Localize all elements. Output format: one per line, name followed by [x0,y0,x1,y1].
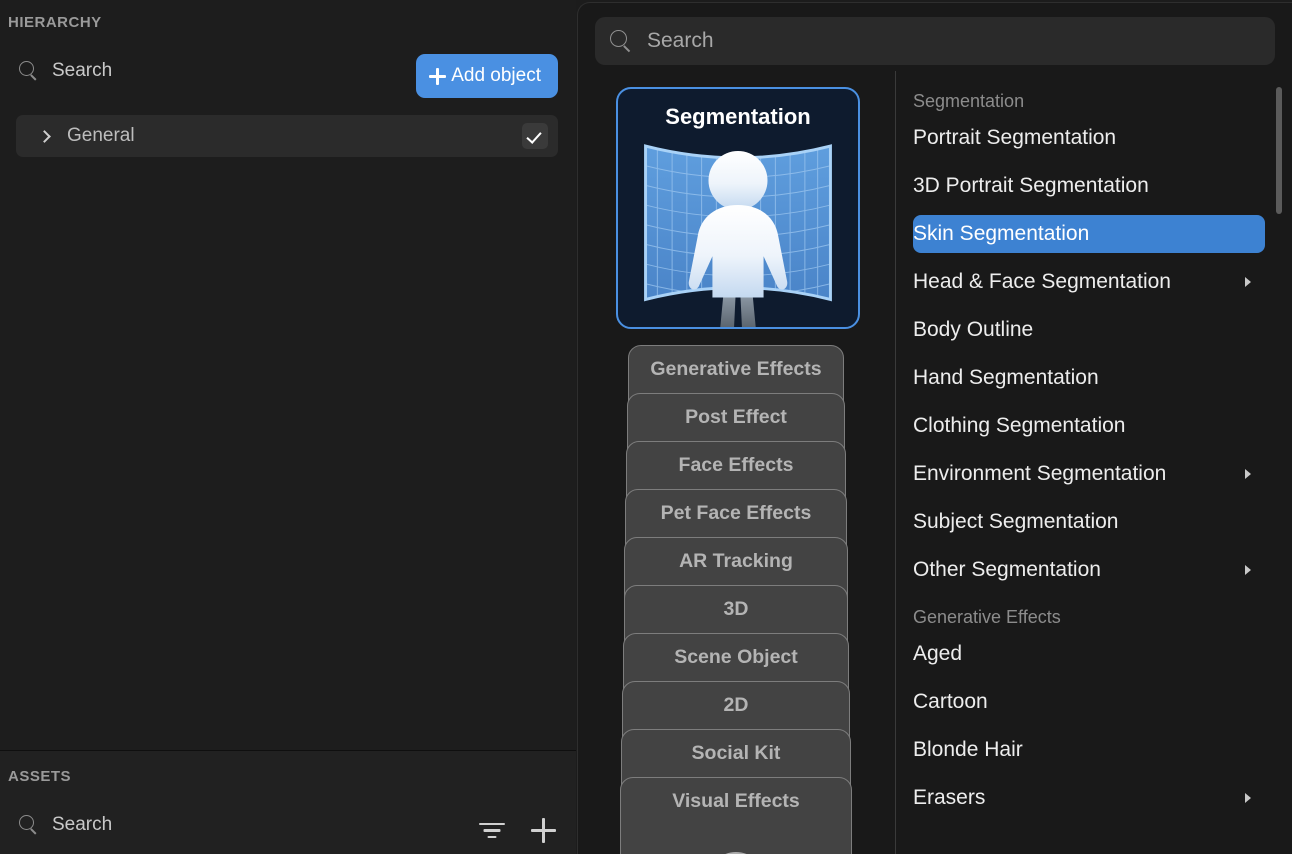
list-group-header: Generative Effects [913,607,1061,627]
list-item-3d-portrait-segmentation[interactable]: 3D Portrait Segmentation [913,167,1265,205]
list-item-label: Hand Segmentation [913,366,1099,389]
category-card-stack: Generative Effects Post Effect Face Effect… [578,345,895,854]
list-item-aged[interactable]: Aged [913,635,1265,673]
list-item-label: Blonde Hair [913,738,1023,761]
category-card-label: Face Effects [678,454,794,476]
submenu-chevron-icon[interactable] [1245,277,1251,287]
category-card-label: Post Effect [685,406,787,428]
list-item-label: Other Segmentation [913,558,1101,581]
search-icon [18,814,40,836]
assets-toolbar [479,818,556,843]
search-icon [609,29,633,53]
list-item-hand-segmentation[interactable]: Hand Segmentation [913,359,1265,397]
list-item-label: Head & Face Segmentation [913,270,1171,293]
add-object-modal: Search Segmentation Generative Effects P… [577,2,1292,854]
assets-search-input[interactable]: Search [18,814,112,836]
add-asset-plus-icon[interactable] [531,818,556,843]
list-item-body-outline[interactable]: Body Outline [913,311,1265,349]
category-card-label: 2D [723,694,749,716]
list-item-label: Body Outline [913,318,1034,341]
list-item-blonde-hair[interactable]: Blonde Hair [913,731,1265,769]
category-card-label: Pet Face Effects [660,502,812,524]
object-list-column: Segmentation Portrait Segmentation 3D Port… [896,71,1292,854]
add-object-button[interactable]: Add object [416,54,558,98]
list-item-erasers[interactable]: Erasers [913,779,1265,817]
assets-search-placeholder: Search [52,814,113,835]
app-window: HIERARCHY Search Add object General ASSE… [0,0,1292,854]
left-panel: HIERARCHY Search Add object General ASSE… [0,0,576,854]
list-item-label: Cartoon [913,690,988,713]
search-icon [18,60,40,82]
segmentation-preview-card[interactable]: Segmentation [616,87,860,329]
hierarchy-search-input[interactable]: Search [18,60,112,82]
list-item-label: 3D Portrait Segmentation [913,174,1149,197]
list-item-subject-segmentation[interactable]: Subject Segmentation [913,503,1265,541]
filter-icon[interactable] [479,822,505,840]
list-item-label: Subject Segmentation [913,510,1119,533]
category-card-label: 3D [723,598,749,620]
hierarchy-panel-title: HIERARCHY [8,14,102,31]
list-item-skin-segmentation[interactable]: Skin Segmentation [913,215,1265,253]
modal-search-placeholder: Search [647,29,714,52]
list-scrollbar-thumb[interactable] [1276,87,1282,214]
assets-panel-title: ASSETS [8,768,72,785]
category-card-visual-effects[interactable]: Visual Effects [620,777,852,854]
list-group-header: Segmentation [913,91,1025,111]
list-item-label: Portrait Segmentation [913,126,1117,149]
submenu-chevron-icon[interactable] [1245,565,1251,575]
list-item-cartoon[interactable]: Cartoon [913,683,1265,721]
hierarchy-search-placeholder: Search [52,60,113,81]
list-item-label: Environment Segmentation [913,462,1167,485]
submenu-chevron-icon[interactable] [1245,469,1251,479]
segmentation-card-title: Segmentation [665,104,811,129]
list-item-head-face-segmentation[interactable]: Head & Face Segmentation [913,263,1265,301]
list-item-other-segmentation[interactable]: Other Segmentation [913,551,1265,589]
category-card-label: Visual Effects [672,790,800,812]
category-card-label: Social Kit [691,742,781,764]
list-item-label: Skin Segmentation [913,222,1090,245]
list-item-label: Aged [913,642,963,665]
submenu-chevron-icon[interactable] [1245,793,1251,803]
hierarchy-item-label: General [67,125,135,146]
category-card-label: Generative Effects [650,358,822,380]
list-item-clothing-segmentation[interactable]: Clothing Segmentation [913,407,1265,445]
category-card-label: AR Tracking [679,550,793,572]
plus-icon [429,67,447,85]
hierarchy-item-visibility-checkbox[interactable] [522,123,548,149]
add-object-label: Add object [451,65,541,86]
category-card-label: Scene Object [674,646,798,668]
list-item-environment-segmentation[interactable]: Environment Segmentation [913,455,1265,493]
list-item-label: Erasers [913,786,986,809]
category-card-column: Segmentation Generative Effects Post Effe… [578,71,895,854]
list-item-label: Clothing Segmentation [913,414,1126,437]
chevron-right-icon[interactable] [38,129,51,143]
list-item-portrait-segmentation[interactable]: Portrait Segmentation [913,119,1265,157]
hierarchy-item-general[interactable]: General [16,115,558,157]
modal-search-input[interactable]: Search [595,17,1275,65]
